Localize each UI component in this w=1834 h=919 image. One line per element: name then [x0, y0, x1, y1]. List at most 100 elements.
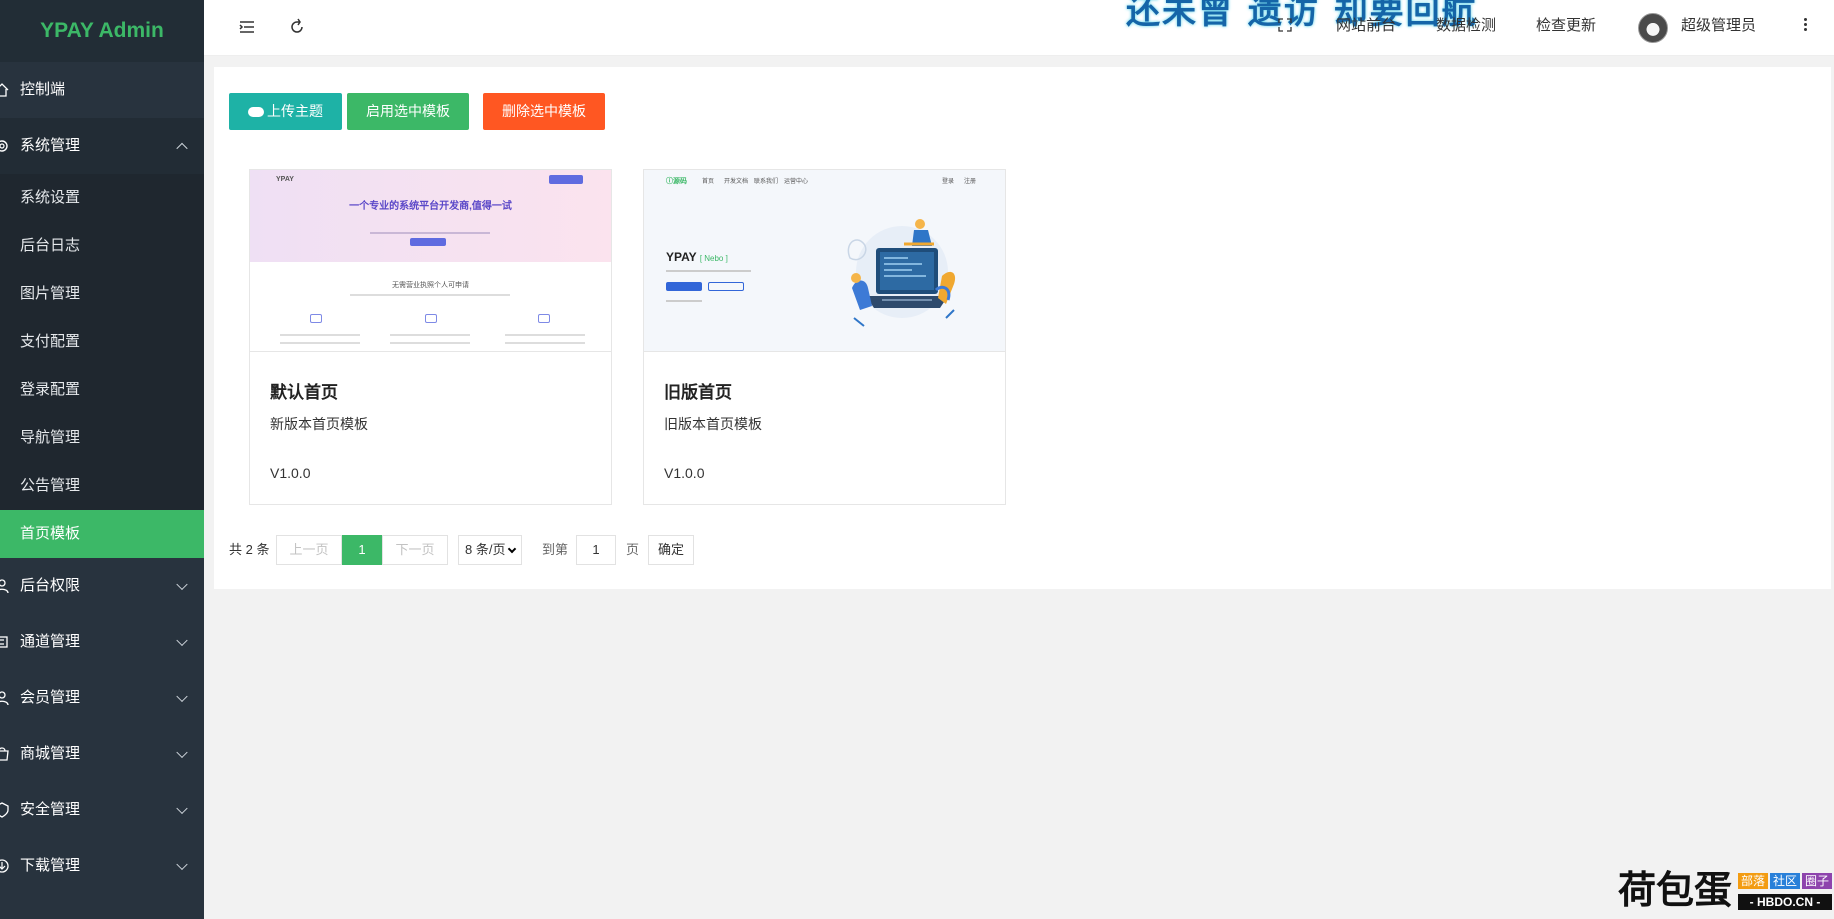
upload-theme-label: 上传主题: [267, 103, 323, 119]
sidebar-item-image-manage[interactable]: 图片管理: [0, 270, 204, 318]
sidebar-group-mall[interactable]: 商城管理: [0, 726, 204, 782]
preview-text-line: [280, 334, 360, 336]
preview-nav-item: 开发文档: [724, 179, 749, 185]
more-vertical-icon[interactable]: [1802, 16, 1808, 36]
user-name[interactable]: 超级管理员: [1681, 0, 1756, 56]
chevron-down-icon: [176, 746, 188, 759]
refresh-icon[interactable]: [287, 17, 307, 37]
sidebar-group-label: 下载管理: [20, 857, 81, 874]
watermark-main: 荷包蛋: [1618, 868, 1733, 912]
pagination-next[interactable]: 下一页: [382, 535, 448, 565]
sidebar-item-system-settings[interactable]: 系统设置: [0, 174, 204, 222]
preview-text-line: [666, 300, 702, 302]
preview-brand: YPAY [ Nebo ]: [666, 250, 728, 264]
sidebar-item-label: 控制端: [20, 81, 66, 98]
sidebar-group-system[interactable]: 系统管理: [0, 118, 204, 174]
chevron-down-icon: [176, 858, 188, 871]
member-icon: [0, 691, 9, 706]
header-link-data-check[interactable]: 数据检测: [1436, 0, 1496, 56]
chevron-down-icon: [176, 634, 188, 647]
template-card: 上传主题 启用选中模板 删除选中模板 YPAY 一个专业的系统平台开发商,值得一…: [214, 67, 1831, 589]
system-submenu: 系统设置 后台日志 图片管理 支付配置 登录配置 导航管理 公告管理 首页模板: [0, 174, 204, 558]
chevron-down-icon: [176, 690, 188, 703]
template-preview-image[interactable]: ⓘ源码 首页 开发文档 联系我们 运营中心 登录 注册 YPAY [ Nebo …: [644, 170, 1005, 352]
header-link-check-update[interactable]: 检查更新: [1536, 0, 1596, 56]
sidebar-group-label: 系统管理: [20, 137, 81, 154]
page-size-value: 8 条/页: [465, 542, 506, 557]
home-icon: [0, 83, 9, 97]
preview-nav-button: [549, 175, 583, 184]
template-item-default[interactable]: YPAY 一个专业的系统平台开发商,值得一试 无需营业执照个人可申请 默认首页 …: [249, 169, 612, 505]
sidebar-group-downloads[interactable]: 下载管理: [0, 838, 204, 894]
avatar[interactable]: [1638, 13, 1668, 43]
watermark-tag: 社区: [1770, 873, 1801, 889]
sidebar-item-nav-manage[interactable]: 导航管理: [0, 414, 204, 462]
chevron-down-icon: [176, 578, 188, 591]
sidebar-item-dashboard[interactable]: 控制端: [0, 62, 204, 118]
sidebar-item-admin-log[interactable]: 后台日志: [0, 222, 204, 270]
pagination-prev[interactable]: 上一页: [276, 535, 342, 565]
preview-brand-tag: [ Nebo ]: [699, 254, 728, 263]
preview-cta: [410, 238, 446, 246]
chevron-down-icon: [507, 544, 517, 554]
template-version: V1.0.0: [270, 465, 311, 481]
sidebar-group-permissions[interactable]: 后台权限: [0, 558, 204, 614]
preview-nav-item: 运营中心: [784, 179, 809, 185]
sidebar-group-label: 安全管理: [20, 801, 81, 818]
laptop-illustration: [847, 219, 956, 327]
template-desc: 新版本首页模板: [270, 416, 368, 432]
preview-section-title: 无需营业执照个人可申请: [392, 282, 469, 289]
preview-nav-item: 首页: [702, 179, 715, 185]
pagination-goto-input[interactable]: 1: [576, 535, 616, 565]
page-size-select[interactable]: 8 条/页: [458, 535, 522, 565]
preview-brand-name: YPAY: [666, 250, 697, 264]
preview-nav-item: 登录: [942, 179, 955, 185]
pagination-current-page[interactable]: 1: [342, 535, 382, 565]
gear-icon: [0, 140, 8, 152]
sidebar-group-channels[interactable]: 通道管理: [0, 614, 204, 670]
pagination-goto-label: 到第: [542, 542, 569, 557]
template-preview-image[interactable]: YPAY 一个专业的系统平台开发商,值得一试 无需营业执照个人可申请: [250, 170, 611, 352]
sidebar-group-members[interactable]: 会员管理: [0, 670, 204, 726]
pagination-confirm-button[interactable]: 确定: [648, 535, 694, 565]
chevron-up-icon: [176, 142, 188, 155]
preview-subline: [370, 232, 490, 234]
sidebar-group-security[interactable]: 安全管理: [0, 782, 204, 838]
watermark-tag: 圈子: [1802, 873, 1833, 889]
shop-icon: [0, 747, 9, 761]
sidebar-group-label: 后台权限: [20, 577, 81, 594]
sidebar-group-label: 通道管理: [20, 633, 81, 650]
sidebar-item-pay-config[interactable]: 支付配置: [0, 318, 204, 366]
sidebar: YPAY Admin 控制端 系统管理 系统设置 后台日志 图片管理 支付配置 …: [0, 0, 204, 919]
enable-template-button[interactable]: 启用选中模板: [347, 93, 469, 130]
preview-text-line: [390, 342, 470, 344]
user-icon: [0, 579, 9, 594]
sidebar-item-login-config[interactable]: 登录配置: [0, 366, 204, 414]
preview-feature-icon: [310, 314, 322, 323]
fullscreen-icon[interactable]: [1278, 18, 1292, 32]
sidebar-item-home-template[interactable]: 首页模板: [0, 510, 204, 558]
header-link-frontend[interactable]: 网站前台: [1336, 0, 1396, 56]
delete-template-button[interactable]: 删除选中模板: [483, 93, 605, 130]
preview-text-line: [505, 334, 585, 336]
header-banner: 还未曾 遗访 却要回航: [1126, 0, 1478, 32]
preview-nav-item: 联系我们: [754, 179, 779, 185]
preview-text-line: [350, 294, 510, 296]
template-name: 默认首页: [270, 383, 338, 402]
sidebar-item-notice-manage[interactable]: 公告管理: [0, 462, 204, 510]
sidebar-group-label: 会员管理: [20, 689, 81, 706]
template-item-legacy[interactable]: ⓘ源码 首页 开发文档 联系我们 运营中心 登录 注册 YPAY [ Nebo …: [643, 169, 1006, 505]
watermark-tags: 部落 社区 圈子: [1738, 872, 1834, 890]
preview-text-line: [666, 270, 751, 272]
app-logo[interactable]: YPAY Admin: [0, 0, 204, 62]
preview-nav-item: 注册: [964, 179, 977, 185]
preview-headline: 一个专业的系统平台开发商,值得一试: [349, 201, 512, 212]
preview-text-line: [390, 334, 470, 336]
preview-feature-icon: [425, 314, 437, 323]
channel-icon: [0, 636, 8, 648]
menu-toggle-icon[interactable]: [237, 17, 257, 37]
preview-feature-icon: [538, 314, 550, 323]
watermark-url: - HBDO.CN -: [1738, 894, 1832, 910]
preview-nav-logo: YPAY: [276, 176, 294, 183]
upload-theme-button[interactable]: 上传主题: [229, 93, 342, 130]
